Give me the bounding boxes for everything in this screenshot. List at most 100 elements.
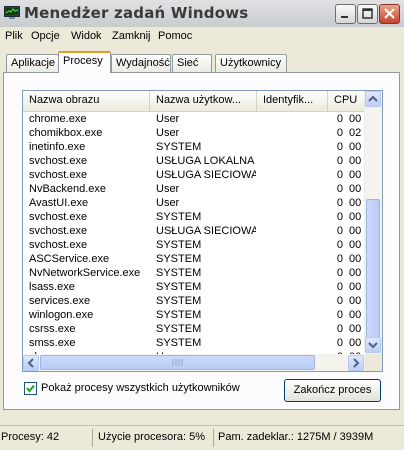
process-cpu: 00 — [349, 155, 362, 167]
table-row[interactable]: svchost.exe USŁUGA SIECIOWA 0 00 — [23, 224, 365, 238]
tab-wydajnosc[interactable]: Wydajność — [111, 54, 171, 72]
horizontal-scroll-thumb[interactable] — [40, 355, 315, 370]
process-cpu: 00 — [349, 141, 362, 153]
process-session-id: 0 — [336, 127, 343, 139]
process-session-id: 0 — [336, 309, 343, 321]
process-user: User — [156, 113, 180, 125]
horizontal-scrollbar[interactable] — [23, 354, 365, 371]
close-button[interactable] — [379, 4, 400, 24]
process-user: User — [156, 183, 180, 195]
process-name: winlogon.exe — [29, 309, 94, 321]
table-row[interactable]: svchost.exe SYSTEM 0 00 — [23, 238, 365, 252]
process-session-id: 0 — [336, 155, 343, 167]
chevron-down-icon — [368, 342, 378, 349]
table-row[interactable]: svchost.exe USŁUGA LOKALNA 0 00 — [23, 154, 365, 168]
table-row[interactable]: NvBackend.exe User 0 00 — [23, 182, 365, 196]
table-row[interactable]: NvNetworkService.exe SYSTEM 0 00 — [23, 266, 365, 280]
chevron-up-icon — [368, 95, 378, 102]
process-name: svchost.exe — [29, 155, 88, 167]
scroll-down-button[interactable] — [365, 337, 381, 353]
minimize-icon — [341, 16, 348, 18]
table-row[interactable]: chomikbox.exe User 0 02 — [23, 126, 365, 140]
end-process-button[interactable]: Zakończ proces — [284, 379, 381, 402]
process-cpu: 02 — [349, 127, 362, 139]
process-name: svchost.exe — [29, 169, 88, 181]
column-header-user-name[interactable]: Nazwa użytkow... — [150, 91, 257, 111]
process-name: svchost.exe — [29, 225, 88, 237]
table-row[interactable]: AvastUI.exe User 0 00 — [23, 196, 365, 210]
table-row[interactable]: services.exe SYSTEM 0 00 — [23, 294, 365, 308]
tab-aplikacje[interactable]: Aplikacje — [6, 54, 59, 72]
status-divider — [213, 429, 214, 447]
process-cpu: 00 — [349, 337, 362, 349]
menu-pomoc[interactable]: Pomoc — [158, 30, 192, 42]
process-session-id: 0 — [336, 253, 343, 265]
process-session-id: 0 — [336, 225, 343, 237]
process-list[interactable]: Nazwa obrazu Nazwa użytkow... Identyfik.… — [22, 90, 383, 372]
table-row[interactable]: winlogon.exe SYSTEM 0 00 — [23, 308, 365, 322]
menu-plik[interactable]: Plik — [5, 30, 23, 42]
chevron-right-icon — [353, 358, 360, 368]
table-row[interactable]: chrome.exeUser000 — [23, 112, 365, 126]
process-name: ASCService.exe — [29, 253, 110, 265]
status-process-count: Procesy: 42 — [1, 431, 60, 443]
process-session-id: 0 — [336, 211, 343, 223]
process-cpu: 00 — [349, 267, 362, 279]
checkmark-icon — [26, 384, 35, 393]
scroll-up-button[interactable] — [365, 91, 381, 107]
process-cpu: 00 — [349, 253, 362, 265]
process-session-id: 0 — [336, 169, 343, 181]
process-cpu: 00 — [349, 169, 362, 181]
process-session-id: 0 — [336, 141, 343, 153]
process-name: NvBackend.exe — [29, 183, 107, 195]
scrollbar-corner — [365, 354, 382, 371]
maximize-button[interactable] — [357, 4, 378, 24]
process-user: SYSTEM — [156, 309, 202, 321]
menu-opcje[interactable]: Opcje — [31, 30, 60, 42]
process-cpu: 00 — [349, 197, 362, 209]
process-user: SYSTEM — [156, 337, 202, 349]
show-all-processes-checkbox[interactable] — [24, 382, 37, 395]
process-user: User — [156, 197, 180, 209]
tab-uzytkownicy[interactable]: Użytkownicy — [215, 54, 287, 72]
status-cpu-usage: Użycie procesora: 5% — [98, 431, 205, 443]
column-header-session-id[interactable]: Identyfik... — [257, 91, 328, 111]
show-all-processes-label[interactable]: Pokaż procesy wszystkich użytkowników — [41, 382, 240, 394]
vertical-scrollbar[interactable] — [364, 91, 382, 354]
process-rows: chrome.exe User 0 00 chomikbox.exe User 0 02 ine… — [23, 112, 365, 355]
process-name: chrome.exe — [29, 113, 87, 125]
window-title: Menedżer zadań Windows — [24, 4, 249, 22]
table-row[interactable]: inetinfo.exe SYSTEM 0 00 — [23, 140, 365, 154]
menu-widok[interactable]: Widok — [71, 30, 102, 42]
table-row[interactable]: smss.exe SYSTEM 0 00 — [23, 336, 365, 350]
table-row[interactable]: lsass.exe SYSTEM 0 00 — [23, 280, 365, 294]
tab-procesy[interactable]: Procesy — [58, 51, 111, 73]
process-cpu: 00 — [349, 183, 362, 195]
process-name: services.exe — [29, 295, 91, 307]
column-header-cpu[interactable]: CPU — [328, 91, 365, 111]
process-user: SYSTEM — [156, 239, 202, 251]
scroll-right-button[interactable] — [348, 355, 364, 371]
process-user: USŁUGA SIECIOWA — [156, 169, 256, 181]
table-row[interactable]: ASCService.exe SYSTEM 0 00 — [23, 252, 365, 266]
process-name: chomikbox.exe — [29, 127, 103, 139]
process-name: svchost.exe — [29, 239, 88, 251]
process-user: USŁUGA SIECIOWA — [156, 225, 256, 237]
process-name: lsass.exe — [29, 281, 75, 293]
scroll-left-button[interactable] — [23, 355, 39, 371]
table-row[interactable]: svchost.exe USŁUGA SIECIOWA 0 00 — [23, 168, 365, 182]
process-name: inetinfo.exe — [29, 141, 86, 153]
menu-zamknij[interactable]: Zamknij — [112, 30, 151, 42]
table-row[interactable]: csrss.exe SYSTEM 0 00 — [23, 322, 365, 336]
minimize-button[interactable] — [335, 4, 356, 24]
process-session-id: 0 — [336, 323, 343, 335]
process-user: SYSTEM — [156, 211, 202, 223]
process-user: USŁUGA LOKALNA — [156, 155, 255, 167]
column-header-image-name[interactable]: Nazwa obrazu — [23, 91, 150, 111]
process-cpu: 00 — [349, 211, 362, 223]
table-row[interactable]: svchost.exe SYSTEM 0 00 — [23, 210, 365, 224]
process-user: SYSTEM — [156, 253, 202, 265]
tab-siec[interactable]: Sieć — [172, 54, 212, 72]
vertical-scroll-thumb[interactable] — [366, 199, 380, 339]
process-session-id: 0 — [336, 197, 343, 209]
